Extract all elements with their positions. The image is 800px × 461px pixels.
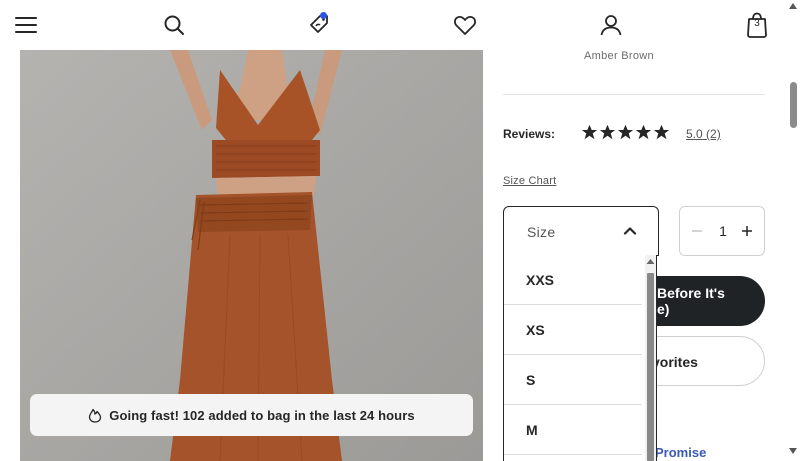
size-option-label: XS bbox=[526, 322, 545, 338]
star-icon bbox=[617, 124, 634, 140]
size-dropdown-list: XXS XS S M bbox=[503, 255, 657, 461]
add-to-bag-line1: Before It's bbox=[657, 285, 725, 301]
divider bbox=[503, 94, 765, 95]
size-option[interactable]: XXS bbox=[504, 255, 642, 305]
notification-dot bbox=[320, 12, 327, 19]
bag-count: 3 bbox=[754, 18, 760, 29]
size-option-label: XXS bbox=[526, 272, 555, 288]
flame-icon bbox=[89, 408, 102, 423]
bag-button[interactable]: 3 bbox=[739, 7, 775, 43]
minus-icon bbox=[692, 230, 702, 232]
chevron-up-icon bbox=[623, 227, 637, 235]
tag-icon bbox=[310, 15, 328, 33]
heart-icon bbox=[454, 16, 476, 35]
review-count[interactable]: (2) bbox=[706, 127, 721, 141]
search-button[interactable] bbox=[156, 7, 192, 43]
size-option[interactable]: M bbox=[504, 405, 642, 455]
quantity-stepper: 1 bbox=[679, 206, 765, 256]
reviews-label: Reviews: bbox=[503, 127, 556, 141]
rewards-button[interactable] bbox=[301, 7, 337, 43]
rating-score[interactable]: 5.0 bbox=[686, 127, 703, 141]
star-icon bbox=[635, 124, 652, 140]
favorites-button-label: vorites bbox=[652, 354, 698, 370]
size-select-label: Size bbox=[527, 224, 556, 240]
plus-icon bbox=[742, 226, 752, 236]
review-link[interactable]: 5.0 (2) bbox=[686, 127, 721, 141]
star-rating[interactable] bbox=[581, 124, 670, 141]
color-name: Amber Brown bbox=[584, 50, 654, 62]
quantity-increase-button[interactable] bbox=[738, 222, 756, 240]
search-icon bbox=[164, 15, 184, 35]
scroll-down-arrow-icon[interactable] bbox=[789, 448, 797, 454]
star-icon bbox=[599, 124, 616, 140]
quantity-value[interactable]: 1 bbox=[714, 223, 732, 239]
user-icon bbox=[600, 15, 622, 36]
size-select[interactable]: Size bbox=[503, 206, 659, 256]
page-scrollbar-thumb[interactable] bbox=[790, 82, 797, 128]
urgency-text: Going fast! 102 added to bag in the last… bbox=[109, 407, 415, 423]
top-nav: 3 bbox=[0, 0, 786, 50]
size-option-label: S bbox=[526, 372, 536, 388]
add-to-bag-line2: e) bbox=[657, 301, 670, 317]
hamburger-icon bbox=[15, 17, 37, 33]
star-icon bbox=[653, 124, 670, 140]
account-button[interactable] bbox=[593, 7, 629, 43]
dropdown-scrollbar-thumb[interactable] bbox=[647, 273, 654, 461]
size-option[interactable]: S bbox=[504, 355, 642, 405]
favorites-button[interactable] bbox=[447, 7, 483, 43]
menu-button[interactable] bbox=[8, 7, 44, 43]
scroll-up-arrow-icon[interactable] bbox=[789, 3, 797, 9]
quantity-decrease-button[interactable] bbox=[688, 222, 706, 240]
page-scrollbar[interactable] bbox=[786, 0, 800, 461]
size-option[interactable]: XS bbox=[504, 305, 642, 355]
star-icon bbox=[581, 124, 598, 140]
size-option-label: M bbox=[526, 422, 538, 438]
urgency-banner: Going fast! 102 added to bag in the last… bbox=[30, 394, 473, 436]
scroll-up-arrow-icon[interactable] bbox=[646, 258, 655, 265]
promise-link[interactable]: Promise bbox=[655, 445, 706, 460]
size-chart-link[interactable]: Size Chart bbox=[503, 175, 556, 187]
